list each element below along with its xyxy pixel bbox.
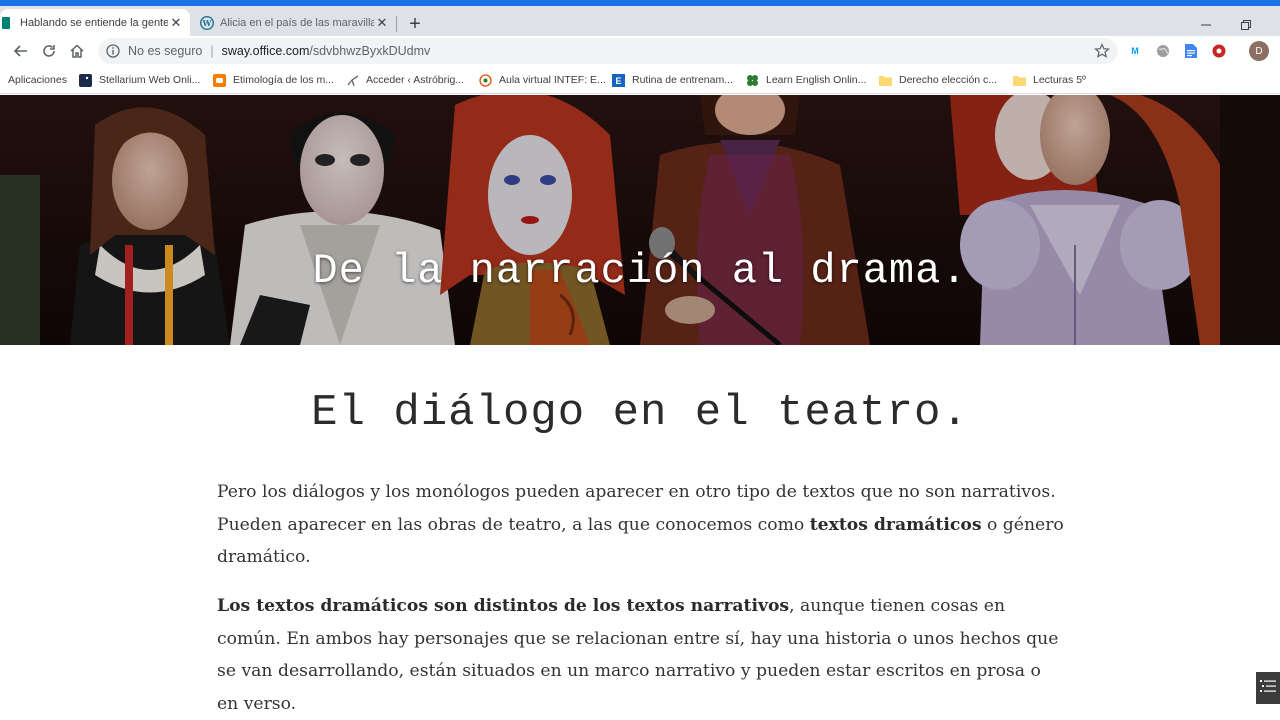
svg-text:W: W — [202, 18, 213, 28]
folder-icon — [879, 74, 892, 87]
bookmark-label: Rutina de entrenam... — [632, 74, 733, 86]
svg-text:E: E — [615, 76, 621, 86]
tab-alicia[interactable]: W Alicia en el país de las maravillas ✕ — [192, 9, 396, 36]
browser-toolbar: No es seguro | sway.office.com/sdvbhwzBy… — [0, 36, 1280, 66]
docs-extension-icon[interactable] — [1183, 43, 1199, 59]
bookmark-learn-english[interactable]: Learn English Onlin... — [746, 72, 866, 88]
bookmark-etimologia[interactable]: Etimología de los m... — [213, 72, 334, 88]
list-icon — [1260, 679, 1276, 698]
folder-icon — [1013, 74, 1026, 87]
bookmarks-bar: Aplicaciones Stellarium Web Onli... Etim… — [0, 66, 1280, 94]
info-icon[interactable] — [106, 44, 120, 58]
e-icon: E — [612, 73, 625, 87]
bookmark-label: Aplicaciones — [8, 74, 67, 86]
bookmark-rutina[interactable]: E Rutina de entrenam... — [612, 72, 733, 88]
profile-avatar[interactable]: D — [1249, 41, 1269, 61]
url-path: /sdvbhwzByxkDUdmv — [309, 44, 431, 58]
hero-title: De la narración al drama. — [312, 247, 968, 295]
new-tab-button[interactable]: + — [405, 13, 425, 35]
address-bar[interactable]: No es seguro | sway.office.com/sdvbhwzBy… — [98, 38, 1118, 64]
record-extension-icon[interactable] — [1211, 43, 1227, 59]
hero-photo — [0, 95, 1280, 345]
tab-strip: Hablando se entiende la gente. D ✕ W Ali… — [0, 6, 1280, 36]
back-arrow-icon[interactable] — [10, 40, 32, 62]
bookmark-stellarium[interactable]: Stellarium Web Onli... — [79, 72, 200, 88]
bookmark-derecho[interactable]: Derecho elección c... — [879, 72, 997, 88]
bookmark-label: Etimología de los m... — [233, 74, 334, 86]
restore-icon[interactable] — [1224, 12, 1268, 38]
stellarium-icon — [79, 73, 92, 87]
intef-icon — [479, 73, 492, 87]
navigation-toggle-button[interactable] — [1256, 672, 1280, 704]
sway-icon — [0, 16, 14, 30]
globe-extension-icon[interactable] — [1155, 43, 1171, 59]
url-separator: | — [210, 44, 214, 58]
section-title: El diálogo en el teatro. — [311, 388, 969, 438]
paragraph-bold: textos dramáticos — [809, 514, 982, 535]
bookmark-label: Derecho elección c... — [899, 74, 998, 86]
bookmark-label: Aula virtual INTEF: E... — [499, 74, 606, 86]
bookmark-label: Acceder ‹ Astróbrig... — [366, 74, 465, 86]
minimize-icon[interactable] — [1184, 12, 1228, 38]
hero-banner: De la narración al drama. — [0, 95, 1280, 345]
paragraph-1: Pero los diálogos y los monólogos pueden… — [217, 476, 1067, 574]
security-status: No es seguro — [128, 44, 203, 58]
close-tab-icon[interactable]: ✕ — [374, 15, 390, 31]
bookmark-astrobrigada[interactable]: Acceder ‹ Astróbrig... — [346, 72, 464, 88]
home-icon[interactable] — [66, 40, 88, 62]
bookmark-label: Learn English Onlin... — [766, 74, 867, 86]
bookmark-label: Lecturas 5º — [1033, 74, 1086, 86]
bookmark-label: Stellarium Web Onli... — [99, 74, 201, 86]
bookmark-lecturas[interactable]: Lecturas 5º — [1013, 72, 1086, 88]
tab-title: Alicia en el país de las maravillas — [220, 16, 374, 29]
tab-hablando[interactable]: Hablando se entiende la gente. D ✕ — [0, 9, 190, 36]
wordpress-icon: W — [200, 15, 214, 30]
tab-title: Hablando se entiende la gente. D — [20, 16, 168, 29]
telescope-icon — [346, 74, 359, 87]
clover-icon — [746, 74, 759, 87]
paragraph-bold: Los textos dramáticos son distintos de l… — [217, 596, 790, 616]
reload-icon[interactable] — [38, 40, 60, 62]
close-tab-icon[interactable]: ✕ — [168, 15, 184, 31]
movistar-icon[interactable]: M — [1127, 43, 1143, 59]
paragraph-2: Los textos dramáticos son distintos de l… — [217, 590, 1067, 720]
bookmark-apps[interactable]: Aplicaciones — [8, 72, 67, 88]
blogger-icon — [213, 73, 226, 87]
url-host: sway.office.com — [221, 44, 310, 58]
bookmark-star-icon[interactable] — [1094, 43, 1110, 59]
tab-separator — [396, 16, 397, 32]
bookmark-intef[interactable]: Aula virtual INTEF: E... — [479, 72, 606, 88]
